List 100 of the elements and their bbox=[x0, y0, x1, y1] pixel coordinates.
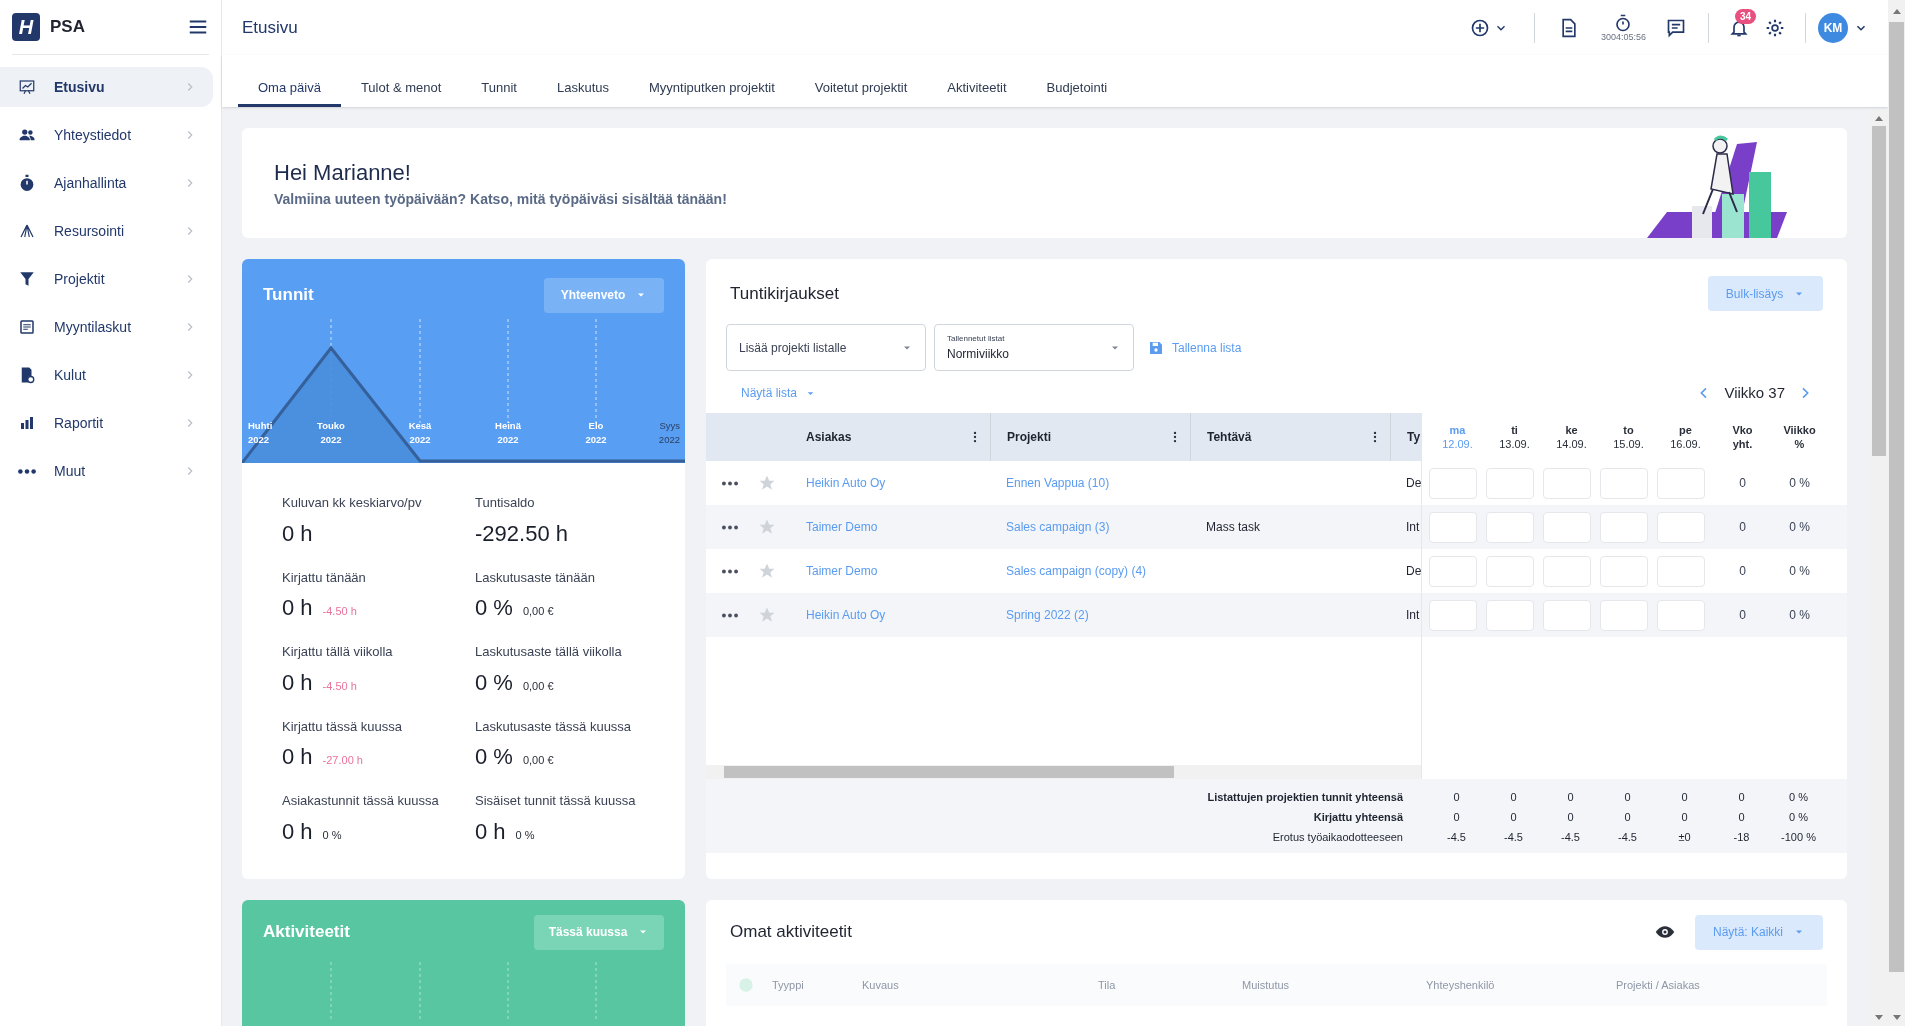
more-icon[interactable] bbox=[722, 524, 738, 530]
sidebar-item[interactable]: Raportit bbox=[0, 403, 213, 443]
column-header[interactable]: Asiakas bbox=[790, 413, 990, 461]
greeting-title: Hei Marianne! bbox=[274, 159, 412, 187]
sidebar-item[interactable]: Yhteystiedot bbox=[0, 115, 213, 155]
table-cell-text: -100 % bbox=[1780, 829, 1817, 845]
hour-input[interactable] bbox=[1543, 467, 1591, 499]
table-cell-text: -4.5 bbox=[1617, 829, 1638, 845]
hour-input[interactable] bbox=[1486, 511, 1534, 543]
stat-value: -292.50 h bbox=[475, 519, 568, 548]
stopwatch-icon bbox=[18, 174, 36, 192]
star-icon[interactable] bbox=[758, 474, 776, 492]
table-cell-text: 0 % bbox=[1788, 563, 1811, 580]
tab[interactable]: Oma päivä bbox=[238, 71, 341, 107]
hour-input[interactable] bbox=[1486, 555, 1534, 587]
hour-input[interactable] bbox=[1657, 555, 1705, 587]
sidebar-item[interactable]: Etusivu bbox=[0, 67, 213, 107]
stat-label: Tuntisaldo bbox=[475, 494, 536, 512]
sidebar-item[interactable]: Kulut bbox=[0, 355, 213, 395]
tab[interactable]: Laskutus bbox=[537, 71, 630, 107]
stat-value: 0 h bbox=[282, 743, 313, 771]
hour-input[interactable] bbox=[1600, 599, 1648, 631]
sidebar-item[interactable]: Ajanhallinta bbox=[0, 163, 213, 203]
star-icon[interactable] bbox=[758, 518, 776, 536]
add-icon[interactable] bbox=[738, 977, 754, 993]
week-label: Viikko 37 bbox=[1724, 382, 1785, 403]
stat-label: Sisäiset tunnit tässä kuussa bbox=[475, 792, 637, 810]
table-cell-text: 0 bbox=[1509, 789, 1518, 805]
hour-input[interactable] bbox=[1657, 467, 1705, 499]
scroll-bar[interactable] bbox=[1870, 110, 1888, 1026]
table-cell-text: Mass task bbox=[1205, 519, 1261, 536]
tab[interactable]: Myyntiputken projektit bbox=[629, 71, 795, 107]
tab[interactable]: Tunnit bbox=[461, 71, 537, 107]
hour-input[interactable] bbox=[1543, 599, 1591, 631]
table-cell-text: 0 bbox=[1738, 607, 1747, 624]
tab[interactable]: Tulot & menot bbox=[340, 71, 462, 107]
star-icon[interactable] bbox=[758, 562, 776, 580]
stopwatch-icon bbox=[1614, 13, 1633, 32]
hour-input[interactable] bbox=[1429, 599, 1477, 631]
avatar: KM bbox=[1818, 12, 1848, 43]
more-icon[interactable] bbox=[722, 568, 738, 574]
tab[interactable]: Voitetut projektit bbox=[794, 71, 928, 107]
stat-note: 0,00 € bbox=[522, 753, 554, 768]
hour-input[interactable] bbox=[1429, 511, 1477, 543]
sidebar-item[interactable]: Muut bbox=[0, 451, 213, 491]
table-cell-text: 0 bbox=[1623, 789, 1632, 805]
bar-chart-icon bbox=[18, 414, 36, 432]
horizontal-scroll-bar[interactable] bbox=[706, 765, 1421, 779]
hour-input[interactable] bbox=[1486, 599, 1534, 631]
table-cell-text: -4.5 bbox=[1446, 829, 1467, 845]
add-button[interactable] bbox=[1469, 17, 1508, 38]
hour-input[interactable] bbox=[1486, 467, 1534, 499]
table-cell-text: 0 bbox=[1738, 519, 1747, 536]
hour-input[interactable] bbox=[1600, 555, 1648, 587]
scroll-bar[interactable] bbox=[1888, 0, 1905, 1026]
day-header[interactable]: ti 13.09. bbox=[1486, 423, 1543, 451]
project-select[interactable]: Lisää projekti listalle bbox=[726, 324, 926, 371]
hour-input[interactable] bbox=[1657, 511, 1705, 543]
table-cell-text: 0 bbox=[1737, 809, 1746, 825]
table-cell-text: 0 bbox=[1623, 809, 1632, 825]
tab[interactable]: Budjetointi bbox=[1026, 71, 1128, 107]
hour-input[interactable] bbox=[1543, 511, 1591, 543]
stat-label: Laskutusaste tässä kuussa bbox=[475, 717, 633, 736]
month-label: Kesä 2022 bbox=[408, 420, 432, 445]
stat-value: 0 h bbox=[475, 817, 506, 846]
hour-input[interactable] bbox=[1429, 467, 1477, 499]
table-cell-text: 0 % bbox=[1788, 519, 1811, 536]
card-title: Aktiviteetit bbox=[263, 921, 351, 944]
chat-icon[interactable] bbox=[1666, 17, 1686, 38]
more-icon[interactable] bbox=[722, 480, 738, 486]
table-cell-text: -18 bbox=[1732, 829, 1751, 845]
hour-input[interactable] bbox=[1600, 467, 1648, 499]
hour-input[interactable] bbox=[1657, 599, 1705, 631]
hour-input[interactable] bbox=[1429, 555, 1477, 587]
day-header[interactable]: to 15.09. bbox=[1600, 423, 1657, 451]
stat-value: 0 h bbox=[282, 594, 313, 622]
stat-value: 0 % bbox=[475, 743, 513, 771]
day-header[interactable]: ke 14.09. bbox=[1543, 423, 1600, 451]
table-cell-text: -4.5 bbox=[1560, 829, 1581, 845]
timer-button[interactable]: 3004:05:56 bbox=[1600, 13, 1646, 42]
more-icon[interactable] bbox=[722, 612, 738, 618]
user-menu[interactable]: KM bbox=[1818, 12, 1868, 43]
table-cell-text: 0 % bbox=[1788, 809, 1809, 825]
star-icon[interactable] bbox=[758, 606, 776, 624]
sidebar-item[interactable]: Myyntilaskut bbox=[0, 307, 213, 347]
table-cell-text: 0 bbox=[1738, 563, 1747, 580]
saved-lists-select[interactable]: Tallennetut listat Normiviikko bbox=[934, 324, 1134, 371]
stat-note: -4.50 h bbox=[322, 604, 357, 619]
stat-note: 0 % bbox=[515, 827, 535, 843]
hour-input[interactable] bbox=[1543, 555, 1591, 587]
sidebar-item[interactable]: Resursointi bbox=[0, 211, 213, 251]
stat-label: Kirjattu tässä kuussa bbox=[282, 717, 403, 736]
page-title: Etusivu bbox=[242, 16, 298, 39]
table-cell-text: 0 bbox=[1452, 809, 1461, 825]
day-header[interactable]: pe 16.09. bbox=[1657, 423, 1714, 451]
settings-icon[interactable] bbox=[1765, 17, 1785, 38]
tab[interactable]: Aktiviteetit bbox=[927, 71, 1027, 107]
sidebar-item[interactable]: Projektit bbox=[0, 259, 213, 299]
hour-input[interactable] bbox=[1600, 511, 1648, 543]
table-cell-text: 0 bbox=[1738, 475, 1747, 492]
